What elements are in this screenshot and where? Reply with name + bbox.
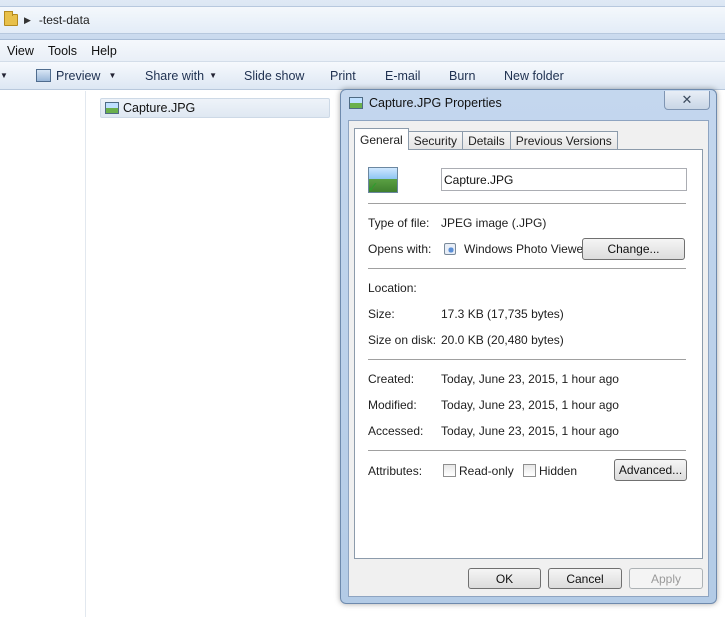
preview-icon: [36, 69, 51, 82]
slide-show-button[interactable]: Slide show: [244, 69, 304, 83]
accessed-label: Accessed:: [368, 424, 424, 438]
chevron-down-icon: ▼: [108, 71, 117, 80]
check-icon: ✓: [367, 179, 379, 195]
divider: [368, 268, 686, 269]
change-button[interactable]: Change...: [582, 238, 685, 260]
dialog-title-bar: Capture.JPG Properties: [349, 96, 502, 110]
chevron-down-icon: ▼: [209, 71, 217, 80]
file-name: Capture.JPG: [123, 101, 196, 115]
cancel-button[interactable]: Cancel: [548, 568, 622, 589]
image-file-icon: [349, 97, 363, 109]
size-value: 17.3 KB (17,735 bytes): [441, 307, 564, 321]
read-only-label[interactable]: Read-only: [459, 464, 514, 478]
tab-strip: General Security Details Previous Versio…: [354, 128, 618, 150]
new-folder-button[interactable]: New folder: [504, 69, 564, 83]
tab-previous-versions[interactable]: Previous Versions: [509, 131, 618, 150]
breadcrumb[interactable]: -test-data: [39, 13, 90, 27]
file-item[interactable]: Capture.JPG: [100, 98, 330, 118]
tab-details[interactable]: Details: [462, 131, 511, 150]
created-value: Today, June 23, 2015, 1 hour ago: [441, 372, 619, 386]
menu-view[interactable]: View: [0, 44, 41, 58]
tab-general[interactable]: General: [354, 128, 409, 150]
type-value: JPEG image (.JPG): [441, 216, 547, 230]
breadcrumb-arrow-icon[interactable]: ▶: [24, 15, 31, 26]
hidden-label[interactable]: Hidden: [539, 464, 577, 478]
divider: [368, 450, 686, 451]
size-on-disk-value: 20.0 KB (20,480 bytes): [441, 333, 564, 347]
advanced-button[interactable]: Advanced...: [614, 459, 687, 481]
share-with-button[interactable]: Share with ▼: [145, 69, 217, 83]
organize-caret-icon[interactable]: ▼: [0, 71, 8, 80]
photo-viewer-icon: [444, 243, 456, 255]
close-button[interactable]: ✕: [664, 91, 710, 110]
size-label: Size:: [368, 307, 395, 321]
navigation-pane[interactable]: [0, 91, 86, 617]
ok-button[interactable]: OK: [468, 568, 541, 589]
general-tab-page: ✓ Type of file: JPEG image (.JPG) Opens …: [354, 149, 703, 559]
properties-dialog: Capture.JPG Properties ✕ General Securit…: [340, 89, 717, 604]
hidden-checkbox[interactable]: [523, 464, 536, 477]
menu-help[interactable]: Help: [84, 44, 124, 58]
burn-button[interactable]: Burn: [449, 69, 475, 83]
read-only-checkbox[interactable]: [443, 464, 456, 477]
address-bar[interactable]: ▶ -test-data: [0, 6, 725, 34]
image-file-icon: [105, 102, 119, 114]
size-on-disk-label: Size on disk:: [368, 333, 437, 347]
created-label: Created:: [368, 372, 415, 386]
email-button[interactable]: E-mail: [385, 69, 420, 83]
divider: [368, 359, 686, 360]
accessed-value: Today, June 23, 2015, 1 hour ago: [441, 424, 619, 438]
attributes-label: Attributes:: [368, 464, 423, 478]
location-label: Location:: [368, 281, 417, 295]
address-bar-area: ▶ -test-data: [0, 0, 725, 40]
folder-icon: [4, 11, 18, 26]
dialog-body: General Security Details Previous Versio…: [348, 120, 709, 597]
menu-bar: View Tools Help: [0, 40, 725, 62]
preview-button[interactable]: Preview ▼: [36, 69, 116, 83]
dialog-title: Capture.JPG Properties: [369, 96, 502, 110]
apply-button[interactable]: Apply: [629, 568, 703, 589]
file-name-field[interactable]: [441, 168, 687, 191]
opens-with-value: Windows Photo Viewer: [464, 242, 588, 256]
preview-label: Preview: [56, 68, 101, 83]
menu-tools[interactable]: Tools: [41, 44, 84, 58]
print-button[interactable]: Print: [330, 69, 356, 83]
modified-value: Today, June 23, 2015, 1 hour ago: [441, 398, 619, 412]
image-file-large-icon: ✓: [367, 167, 398, 195]
command-toolbar: ▼ Preview ▼ Share with ▼ Slide show Prin…: [0, 62, 725, 90]
share-with-label: Share with: [145, 68, 205, 83]
tab-security[interactable]: Security: [407, 131, 464, 150]
modified-label: Modified:: [368, 398, 417, 412]
close-icon: ✕: [681, 92, 693, 107]
divider: [368, 203, 686, 204]
type-label: Type of file:: [368, 216, 430, 230]
opens-with-label: Opens with:: [368, 242, 432, 256]
